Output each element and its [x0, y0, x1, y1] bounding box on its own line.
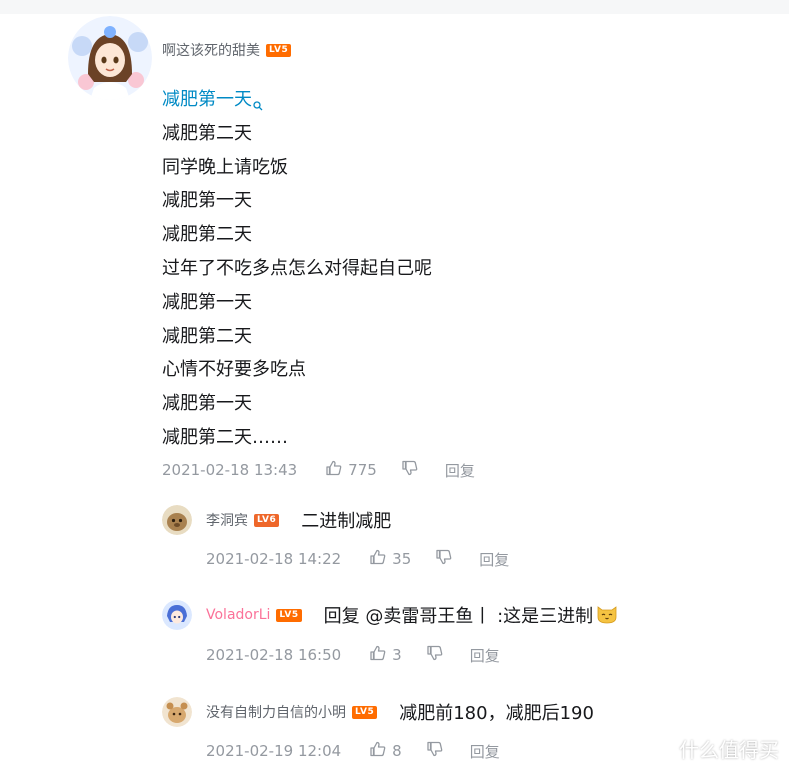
- comment-line: 减肥第一天: [162, 393, 252, 415]
- comment-line: 减肥第二天: [162, 122, 252, 144]
- comment-line: 减肥第一天: [162, 83, 432, 117]
- timestamp: 2021-02-18 14:22: [206, 550, 342, 568]
- comment-line: 同学晚上请吃饭: [162, 156, 288, 178]
- like-count: 3: [392, 646, 402, 664]
- reply-item: 李洞宾 LV6 二进制减肥: [162, 505, 391, 535]
- comment-line: 心情不好要多吃点: [162, 359, 306, 381]
- thumbs-up-icon: [369, 644, 387, 666]
- reply-text: 减肥前180，减肥后190: [399, 703, 594, 724]
- reply-text: 回复 @卖雷哥王鱼丨 :这是三进制: [323, 606, 594, 627]
- thumbs-down-icon: [426, 644, 444, 666]
- like-count: 775: [348, 461, 377, 479]
- reply-button[interactable]: 回复: [479, 549, 509, 570]
- watermark-text: 什么值得买: [679, 738, 779, 762]
- top-bar: [0, 0, 789, 14]
- reply-meta: 2021-02-18 14:22 35 回复: [206, 548, 509, 570]
- reply-item: 没有自制力自信的小明 LV5 减肥前180，减肥后190: [162, 697, 594, 727]
- reply-button[interactable]: 回复: [445, 460, 475, 481]
- like-button[interactable]: 775: [325, 459, 377, 481]
- like-button[interactable]: 3: [369, 644, 402, 666]
- username[interactable]: VoladorLi: [206, 607, 270, 623]
- reply-text: 二进制减肥: [301, 511, 392, 532]
- avatar[interactable]: [68, 16, 152, 100]
- avatar[interactable]: [162, 505, 192, 535]
- reply-button[interactable]: 回复: [470, 741, 500, 762]
- level-badge: LV5: [276, 608, 302, 622]
- thumbs-up-icon: [325, 459, 343, 481]
- comment-line: 减肥第二天: [162, 325, 252, 347]
- comment-content: 减肥第一天 减肥第二天 同学晚上请吃饭 减肥第一天 减肥第二天 过年了不吃多点怎…: [162, 83, 432, 455]
- thumbs-down-icon: [401, 459, 419, 481]
- search-keyword-link[interactable]: 减肥第一天: [162, 89, 252, 110]
- username[interactable]: 没有自制力自信的小明: [206, 702, 346, 722]
- level-badge: LV5: [352, 705, 378, 719]
- smzdm-logo-icon: [645, 732, 673, 765]
- thumbs-up-icon: [369, 740, 387, 762]
- comment-line: 减肥第一天: [162, 291, 252, 313]
- reply-button[interactable]: 回复: [470, 645, 500, 666]
- comment-line: 减肥第二天: [162, 224, 252, 246]
- username[interactable]: 李洞宾: [206, 510, 248, 530]
- comment-author: 啊这该死的甜美 LV5: [162, 40, 292, 60]
- reply-meta: 2021-02-18 16:50 3 回复: [206, 644, 500, 666]
- like-count: 35: [392, 550, 412, 568]
- avatar[interactable]: [162, 697, 192, 727]
- like-button[interactable]: 8: [369, 740, 402, 762]
- thumbs-up-icon: [369, 548, 387, 570]
- comment-line: 减肥第二天……: [162, 426, 288, 448]
- comment-meta: 2021-02-18 13:43 775 回复: [162, 459, 475, 481]
- like-count: 8: [392, 742, 402, 760]
- cat-emoji-icon: [595, 601, 619, 629]
- timestamp: 2021-02-18 16:50: [206, 646, 342, 664]
- level-badge: LV6: [254, 513, 280, 527]
- reply-meta: 2021-02-19 12:04 8 回复: [206, 740, 500, 762]
- search-icon: [253, 89, 263, 123]
- timestamp: 2021-02-18 13:43: [162, 461, 298, 479]
- dislike-button[interactable]: [435, 548, 453, 570]
- thumbs-down-icon: [435, 548, 453, 570]
- dislike-button[interactable]: [426, 740, 444, 762]
- watermark: 什么值得买: [645, 732, 779, 765]
- reply-item: VoladorLi LV5 回复 @卖雷哥王鱼丨 :这是三进制: [162, 600, 619, 630]
- thumbs-down-icon: [426, 740, 444, 762]
- timestamp: 2021-02-19 12:04: [206, 742, 342, 760]
- dislike-button[interactable]: [426, 644, 444, 666]
- comment-line: 过年了不吃多点怎么对得起自己呢: [162, 257, 432, 279]
- username[interactable]: 啊这该死的甜美: [162, 40, 260, 60]
- level-badge: LV5: [266, 43, 292, 57]
- comment-line: 减肥第一天: [162, 190, 252, 212]
- dislike-button[interactable]: [401, 459, 419, 481]
- avatar[interactable]: [162, 600, 192, 630]
- like-button[interactable]: 35: [369, 548, 411, 570]
